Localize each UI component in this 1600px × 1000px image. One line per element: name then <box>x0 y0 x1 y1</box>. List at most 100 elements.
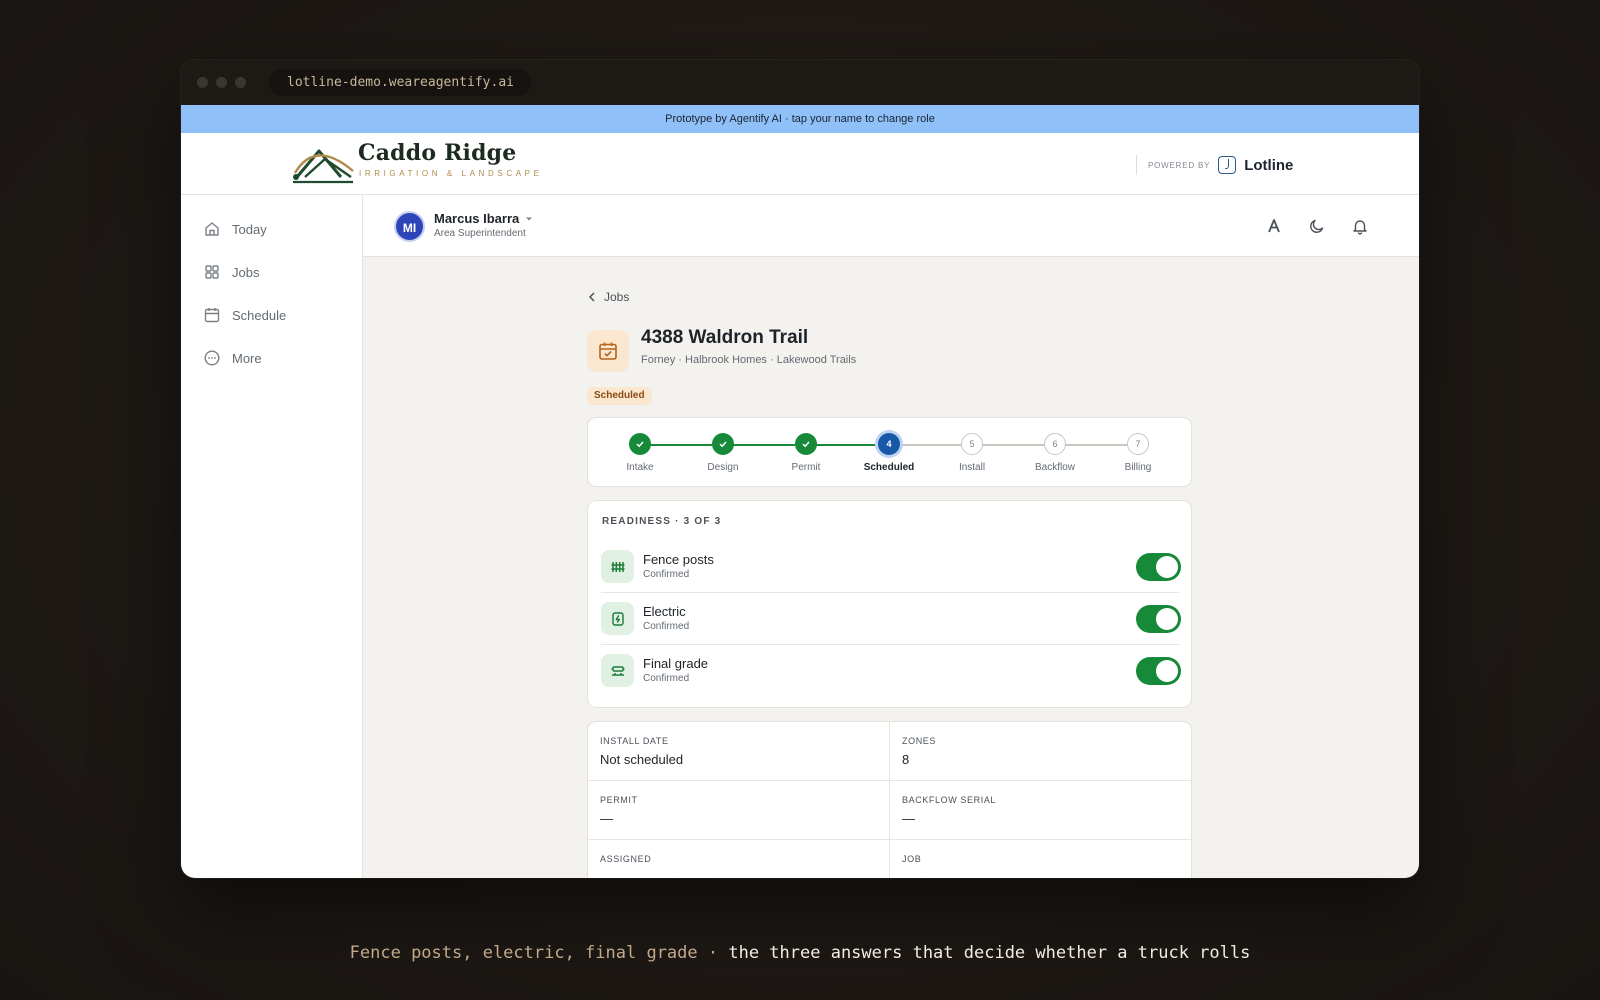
sidebar-item-more[interactable]: More <box>203 346 262 370</box>
step-label: Scheduled <box>863 462 915 473</box>
fence-icon <box>601 550 634 583</box>
caption-text: the three answers that decide whether a … <box>728 943 1251 963</box>
caption-lead: Fence posts, electric, final grade · <box>349 943 729 963</box>
step-complete-check-icon <box>712 433 734 455</box>
step-billing[interactable]: 7 Billing <box>1108 433 1168 473</box>
step-install[interactable]: 5 Install <box>942 433 1002 473</box>
detail-label: PERMIT <box>600 795 638 805</box>
powered-by-label: POWERED BY <box>1148 160 1211 170</box>
sidebar-item-jobs[interactable]: Jobs <box>203 260 259 284</box>
step-label: Billing <box>1124 462 1152 473</box>
browser-titlebar: lotline-demo.weareagentify.ai <box>181 60 1419 105</box>
step-number: 7 <box>1127 433 1149 455</box>
step-number: 4 <box>878 433 900 455</box>
step-label: Intake <box>626 462 654 473</box>
window-maximize-button[interactable] <box>235 77 246 88</box>
chevron-down-icon <box>526 217 533 220</box>
user-switcher[interactable]: Marcus Ibarra <box>434 211 535 226</box>
readiness-item-fence-posts: Fence posts Confirmed <box>601 541 1181 593</box>
moon-icon[interactable] <box>1308 217 1326 235</box>
sidebar-item-label: More <box>232 350 262 366</box>
prototype-banner: Prototype by Agentify AI · tap your name… <box>181 105 1419 133</box>
step-complete-check-icon <box>795 433 817 455</box>
step-backflow[interactable]: 6 Backflow <box>1025 433 1085 473</box>
detail-value: Not scheduled <box>600 752 684 767</box>
step-permit[interactable]: Permit <box>776 433 836 473</box>
readiness-item-status: Confirmed <box>643 621 690 632</box>
job-icon-tile <box>587 330 629 372</box>
sidebar: Today Jobs Schedule More <box>181 195 363 878</box>
readiness-card: READINESS · 3 OF 3 Fence posts Confirmed… <box>587 500 1192 708</box>
detail-label: JOB <box>902 854 922 864</box>
readiness-item-name: Fence posts <box>643 552 714 567</box>
sidebar-item-schedule[interactable]: Schedule <box>203 303 286 327</box>
url-bar[interactable]: lotline-demo.weareagentify.ai <box>269 69 531 96</box>
step-complete-check-icon <box>629 433 651 455</box>
step-label: Permit <box>791 462 821 473</box>
toggle-knob <box>1156 556 1178 578</box>
calendar-icon <box>204 308 220 323</box>
sidebar-item-label: Jobs <box>232 264 260 280</box>
home-icon <box>205 222 219 236</box>
detail-value: 8 <box>902 752 910 767</box>
readiness-item-name: Final grade <box>643 656 709 671</box>
readiness-item-status: Confirmed <box>643 673 690 684</box>
brand-tagline: IRRIGATION & LANDSCAPE <box>359 169 543 178</box>
brand-header: Caddo Ridge IRRIGATION & LANDSCAPE POWER… <box>181 133 1419 195</box>
readiness-item-final-grade: Final grade Confirmed <box>601 645 1181 697</box>
more-icon <box>204 350 220 366</box>
calendar-check-icon <box>599 342 617 360</box>
powered-by: POWERED BY Lotline <box>1136 155 1293 175</box>
step-intake[interactable]: Intake <box>610 433 670 473</box>
detail-label: ASSIGNED <box>600 854 652 864</box>
lotline-logo-icon <box>1218 156 1237 174</box>
caption: Fence posts, electric, final grade · the… <box>0 943 1600 963</box>
window-minimize-button[interactable] <box>216 77 227 88</box>
readiness-item-status: Confirmed <box>643 569 690 580</box>
sidebar-item-today[interactable]: Today <box>203 217 267 241</box>
fence-posts-toggle[interactable] <box>1136 553 1181 581</box>
detail-value: — <box>600 811 613 826</box>
final-grade-toggle[interactable] <box>1136 657 1181 685</box>
user-bar: MI Marcus Ibarra Area Superintendent <box>363 195 1419 257</box>
avatar[interactable]: MI <box>394 211 425 242</box>
step-number: 6 <box>1044 433 1066 455</box>
browser-window: lotline-demo.weareagentify.ai Prototype … <box>181 60 1419 878</box>
chevron-left-icon <box>588 292 595 302</box>
detail-backflow-serial: BACKFLOW SERIAL — <box>890 781 1191 840</box>
grid-icon <box>205 265 219 279</box>
workflow-stepper: Intake Design Permit 4 Scheduled 5 Insta… <box>587 417 1192 487</box>
text-size-icon[interactable] <box>1265 217 1283 235</box>
readiness-title: READINESS · 3 OF 3 <box>602 516 722 527</box>
electric-toggle[interactable] <box>1136 605 1181 633</box>
detail-permit: PERMIT — <box>588 781 890 840</box>
sidebar-item-label: Today <box>232 221 267 237</box>
detail-label: ZONES <box>902 736 937 746</box>
job-details-grid: INSTALL DATE Not scheduled ZONES 8 PERMI… <box>587 721 1192 878</box>
step-label: Install <box>958 462 986 473</box>
back-to-jobs-link[interactable]: Jobs <box>587 290 629 304</box>
readiness-item-name: Electric <box>643 604 686 619</box>
step-label: Backflow <box>1034 462 1075 473</box>
step-number: 5 <box>961 433 983 455</box>
bell-icon[interactable] <box>1351 217 1369 235</box>
detail-assigned: ASSIGNED <box>588 840 890 878</box>
lotline-name: Lotline <box>1244 156 1294 174</box>
toggle-knob <box>1156 660 1178 682</box>
window-close-button[interactable] <box>197 77 208 88</box>
electric-icon <box>601 602 634 635</box>
step-design[interactable]: Design <box>693 433 753 473</box>
job-subtitle: Forney · Halbrook Homes · Lakewood Trail… <box>641 354 857 366</box>
sidebar-item-label: Schedule <box>232 307 287 323</box>
step-scheduled[interactable]: 4 Scheduled <box>859 433 919 473</box>
main-content: MI Marcus Ibarra Area Superintendent Job… <box>363 195 1419 878</box>
user-role: Area Superintendent <box>434 228 526 239</box>
caddo-ridge-logo-icon <box>293 149 354 184</box>
toggle-knob <box>1156 608 1178 630</box>
detail-label: BACKFLOW SERIAL <box>902 795 997 805</box>
page-title: 4388 Waldron Trail <box>641 327 809 348</box>
user-name: Marcus Ibarra <box>434 211 520 226</box>
status-badge: Scheduled <box>587 387 652 405</box>
detail-zones: ZONES 8 <box>890 722 1191 781</box>
detail-value: — <box>902 811 915 826</box>
